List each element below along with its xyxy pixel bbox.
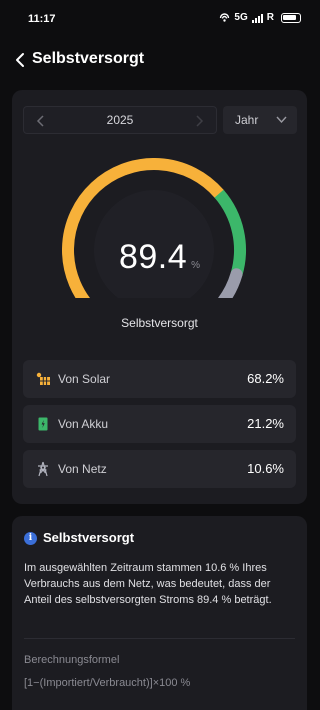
page-title: Selbstversorgt (32, 50, 145, 67)
status-bar: 11:17 5G R (0, 0, 319, 38)
source-label: Von Solar (58, 372, 111, 386)
source-value: 21.2% (247, 416, 284, 431)
status-icons: 5G R (219, 12, 301, 23)
source-label: Von Netz (58, 462, 107, 476)
solar-panel-icon (36, 372, 50, 385)
hotspot-icon (220, 12, 230, 22)
network-type: 5G (234, 12, 248, 23)
carrier-letter: R (266, 12, 274, 23)
self-sufficiency-gauge (62, 158, 246, 298)
period-label: Jahr (235, 113, 259, 127)
power-tower-icon (38, 461, 48, 477)
chevron-right-icon[interactable] (194, 114, 204, 128)
divider (24, 638, 295, 639)
source-value: 68.2% (247, 371, 284, 386)
year-selector: 2025 (23, 106, 217, 134)
source-row-solar: Von Solar 68.2% (23, 360, 296, 398)
info-card: i Selbstversorgt Im ausgewählten Zeitrau… (12, 516, 307, 710)
gauge-unit: % (191, 260, 201, 271)
battery-icon (38, 417, 48, 431)
source-row-akku: Von Akku 21.2% (23, 405, 296, 443)
chevron-down-icon (276, 116, 287, 124)
formula-text: [1−(Importiert/Verbraucht)]×100 % (24, 677, 191, 689)
info-title: Selbstversorgt (43, 530, 135, 545)
source-label: Von Akku (58, 417, 109, 431)
gauge-segment-netz (217, 268, 243, 298)
info-icon: i (24, 532, 37, 545)
info-text: Im ausgewählten Zeitraum stammen 10.6 % … (24, 562, 272, 606)
source-row-netz: Von Netz 10.6% (23, 450, 296, 488)
status-time: 11:17 (28, 13, 56, 25)
gauge-number: 89.4 (118, 238, 188, 276)
gauge-value: 89.4% (12, 238, 307, 277)
gauge-label: Selbstversorgt (121, 316, 198, 330)
back-arrow-icon[interactable] (12, 51, 30, 69)
self-sufficiency-card: 2025 Jahr 89.4% Selbstversorgt Von Solar… (12, 90, 307, 504)
source-value: 10.6% (247, 461, 284, 476)
year-label: 2025 (106, 113, 134, 127)
battery-status-icon (281, 12, 301, 23)
header: Selbstversorgt (0, 44, 319, 76)
signal-icon (251, 13, 263, 23)
period-dropdown[interactable]: Jahr (223, 106, 297, 134)
formula-label: Berechnungsformel (24, 654, 120, 666)
